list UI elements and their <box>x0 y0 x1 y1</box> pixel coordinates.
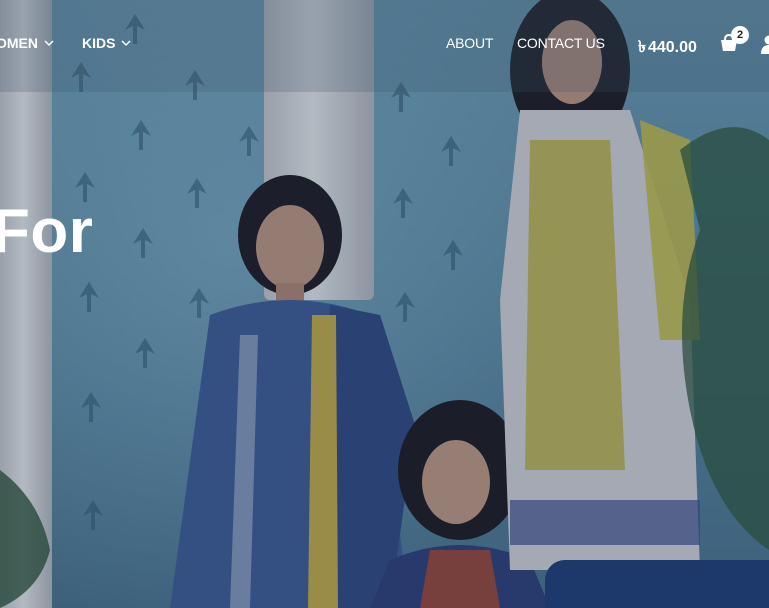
nav-item-about[interactable]: ABOUT <box>446 35 493 51</box>
nav-item-label: KIDS <box>82 35 116 51</box>
nav-item-contact-us[interactable]: CONTACT US <box>517 35 605 51</box>
nav-item-label: CONTACT US <box>517 35 605 51</box>
taka-icon: ৳ <box>638 39 646 56</box>
nav-item-kids[interactable]: KIDS <box>82 35 131 51</box>
user-icon[interactable] <box>761 34 769 54</box>
cart-total[interactable]: ৳ 440.00 <box>638 34 697 61</box>
nav-item-label: ABOUT <box>446 35 494 51</box>
nav-item-label: OMEN <box>0 35 38 51</box>
site-header: OMEN KIDS ABOUT CONTACT US ৳ 440.00 2 <box>0 0 769 92</box>
chevron-down-icon <box>44 40 54 47</box>
nav-item-women[interactable]: OMEN <box>0 35 54 51</box>
cart-count-badge: 2 <box>731 26 749 44</box>
cart-total-amount: 440.00 <box>647 38 697 56</box>
hero-headline: For <box>0 197 94 266</box>
chevron-down-icon <box>121 40 131 47</box>
